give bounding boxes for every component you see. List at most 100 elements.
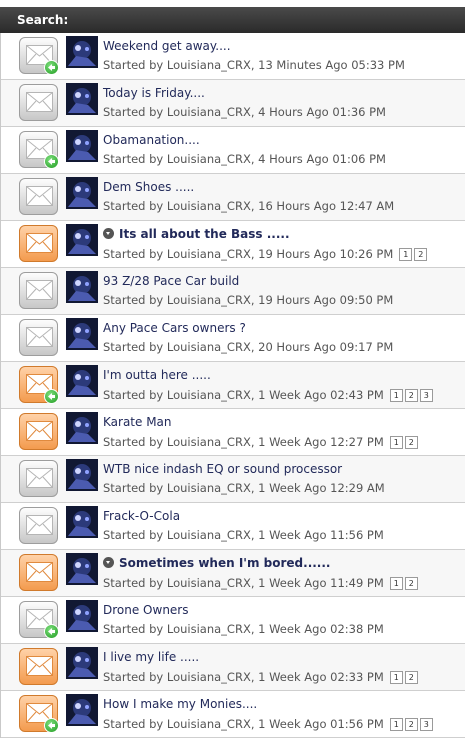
thread-title-text: Today is Friday.... — [103, 86, 205, 100]
new-post-arrow-icon[interactable] — [44, 154, 59, 169]
page-link[interactable]: 1 — [389, 671, 403, 684]
thread-row[interactable]: Drone Owners Started by Louisiana_CRX, 1 … — [1, 597, 465, 644]
thread-title-link[interactable]: Weekend get away.... — [103, 39, 231, 53]
thread-title-link[interactable]: Drone Owners — [103, 603, 189, 617]
thread-row[interactable]: Today is Friday.... Started by Louisiana_… — [1, 80, 465, 127]
thread-meta: Started by Louisiana_CRX, 1 Week Ago 02:… — [103, 622, 384, 636]
avatar[interactable] — [66, 412, 98, 444]
page-link[interactable]: 3 — [419, 718, 433, 731]
thread-title-link[interactable]: Sometimes when I'm bored...... — [103, 556, 330, 570]
avatar[interactable] — [66, 600, 98, 632]
thread-row[interactable]: Dem Shoes ..... Started by Louisiana_CRX,… — [1, 174, 465, 221]
thread-list: Weekend get away.... Started by Louisiana… — [0, 33, 465, 738]
page-link[interactable]: 2 — [404, 718, 418, 731]
page-link[interactable]: 2 — [404, 577, 418, 590]
thread-title-link[interactable]: Its all about the Bass ..... — [103, 227, 290, 241]
thread-meta-text: Started by Louisiana_CRX, 13 Minutes Ago… — [103, 58, 405, 72]
thread-title-text: WTB nice indash EQ or sound processor — [103, 462, 343, 476]
thread-meta-text: Started by Louisiana_CRX, 20 Hours Ago 0… — [103, 340, 394, 354]
thread-title-link[interactable]: WTB nice indash EQ or sound processor — [103, 462, 342, 476]
thread-row[interactable]: I'm outta here ..... Started by Louisiana… — [1, 362, 465, 409]
thread-row[interactable]: Frack-O-Cola Started by Louisiana_CRX, 1 … — [1, 503, 465, 550]
thread-title-link[interactable]: Any Pace Cars owners ? — [103, 321, 246, 335]
page-link[interactable]: 2 — [404, 671, 418, 684]
thread-title-text: 93 Z/28 Pace Car build — [103, 274, 240, 288]
page-link[interactable]: 1 — [389, 577, 403, 590]
thread-meta-text: Started by Louisiana_CRX, 1 Week Ago 02:… — [103, 670, 384, 684]
avatar[interactable] — [66, 36, 98, 68]
thread-title-text: Its all about the Bass ..... — [119, 227, 290, 241]
page-link[interactable]: 3 — [419, 389, 433, 402]
thread-row[interactable]: Sometimes when I'm bored...... Started by… — [1, 550, 465, 597]
page-links: 12 — [399, 246, 429, 261]
envelope-icon[interactable] — [19, 460, 58, 497]
page-link[interactable]: 1 — [389, 718, 403, 731]
envelope-icon[interactable] — [19, 507, 58, 544]
thread-title-text: Drone Owners — [103, 603, 189, 617]
thread-row[interactable]: Obamanation.... Started by Louisiana_CRX,… — [1, 127, 465, 174]
avatar[interactable] — [66, 506, 98, 538]
thread-title-text: Weekend get away.... — [103, 39, 231, 53]
avatar[interactable] — [66, 224, 98, 256]
thread-title-link[interactable]: Today is Friday.... — [103, 86, 205, 100]
avatar[interactable] — [66, 83, 98, 115]
avatar[interactable] — [66, 365, 98, 397]
search-header: Search: — [0, 7, 465, 33]
envelope-icon[interactable] — [19, 225, 58, 262]
envelope-icon[interactable] — [19, 84, 58, 121]
thread-meta: Started by Louisiana_CRX, 4 Hours Ago 01… — [103, 105, 386, 119]
new-post-arrow-icon[interactable] — [44, 718, 59, 733]
pinned-icon — [103, 228, 114, 239]
thread-row[interactable]: I live my life ..... Started by Louisiana… — [1, 644, 465, 691]
thread-meta: Started by Louisiana_CRX, 13 Minutes Ago… — [103, 58, 405, 72]
envelope-icon[interactable] — [19, 413, 58, 450]
new-post-arrow-icon[interactable] — [44, 60, 59, 75]
page-link[interactable]: 2 — [414, 248, 428, 261]
thread-row[interactable]: Any Pace Cars owners ? Started by Louisia… — [1, 315, 465, 362]
page-link[interactable]: 1 — [399, 248, 413, 261]
thread-title-link[interactable]: How I make my Monies.... — [103, 697, 257, 711]
thread-title-link[interactable]: 93 Z/28 Pace Car build — [103, 274, 239, 288]
thread-meta-text: Started by Louisiana_CRX, 1 Week Ago 12:… — [103, 435, 384, 449]
envelope-icon[interactable] — [19, 272, 58, 309]
avatar[interactable] — [66, 459, 98, 491]
thread-meta-text: Started by Louisiana_CRX, 16 Hours Ago 1… — [103, 199, 395, 213]
thread-title-link[interactable]: Obamanation.... — [103, 133, 200, 147]
envelope-icon[interactable] — [19, 178, 58, 215]
page-link[interactable]: 2 — [404, 389, 418, 402]
page-link[interactable]: 1 — [389, 436, 403, 449]
thread-title-link[interactable]: Frack-O-Cola — [103, 509, 180, 523]
envelope-icon[interactable] — [19, 554, 58, 591]
avatar[interactable] — [66, 177, 98, 209]
thread-row[interactable]: Karate Man Started by Louisiana_CRX, 1 We… — [1, 409, 465, 456]
thread-title-link[interactable]: Karate Man — [103, 415, 172, 429]
envelope-icon[interactable] — [19, 648, 58, 685]
thread-row[interactable]: WTB nice indash EQ or sound processor Sta… — [1, 456, 465, 503]
thread-title-text: Sometimes when I'm bored...... — [119, 556, 331, 570]
avatar[interactable] — [66, 694, 98, 726]
new-post-arrow-icon[interactable] — [44, 389, 59, 404]
page-link[interactable]: 1 — [389, 389, 403, 402]
pinned-icon — [103, 557, 114, 568]
thread-row[interactable]: 93 Z/28 Pace Car build Started by Louisia… — [1, 268, 465, 315]
thread-title-link[interactable]: I live my life ..... — [103, 650, 199, 664]
thread-row[interactable]: How I make my Monies.... Started by Louis… — [1, 691, 465, 738]
thread-title-link[interactable]: I'm outta here ..... — [103, 368, 211, 382]
new-post-arrow-icon[interactable] — [44, 624, 59, 639]
envelope-icon[interactable] — [19, 319, 58, 356]
thread-title-link[interactable]: Dem Shoes ..... — [103, 180, 194, 194]
page-link[interactable]: 2 — [404, 436, 418, 449]
thread-row[interactable]: Its all about the Bass ..... Started by L… — [1, 221, 465, 268]
thread-title-text: How I make my Monies.... — [103, 697, 258, 711]
thread-meta: Started by Louisiana_CRX, 1 Week Ago 11:… — [103, 575, 420, 590]
avatar[interactable] — [66, 553, 98, 585]
avatar[interactable] — [66, 130, 98, 162]
avatar[interactable] — [66, 318, 98, 350]
thread-meta-text: Started by Louisiana_CRX, 4 Hours Ago 01… — [103, 105, 386, 119]
thread-meta: Started by Louisiana_CRX, 19 Hours Ago 0… — [103, 293, 393, 307]
avatar[interactable] — [66, 647, 98, 679]
thread-row[interactable]: Weekend get away.... Started by Louisiana… — [1, 33, 465, 80]
thread-title-text: I live my life ..... — [103, 650, 200, 664]
thread-meta: Started by Louisiana_CRX, 16 Hours Ago 1… — [103, 199, 394, 213]
avatar[interactable] — [66, 271, 98, 303]
